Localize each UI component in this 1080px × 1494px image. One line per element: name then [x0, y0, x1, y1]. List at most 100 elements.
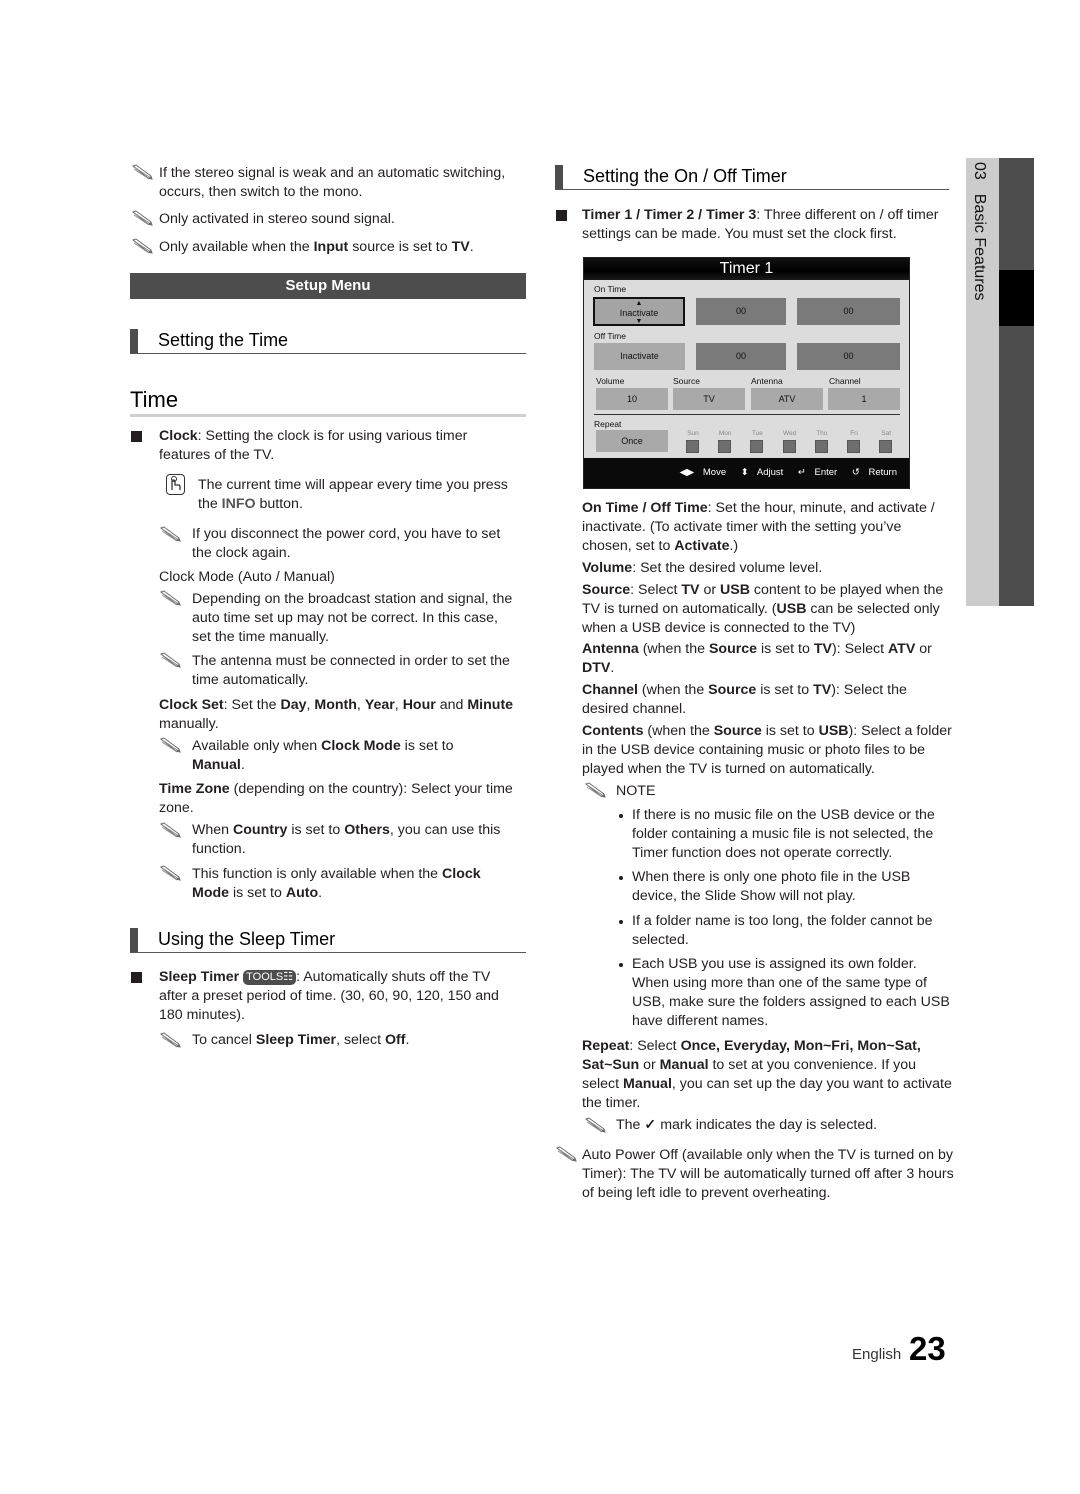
check-mark-icon: ✓ [644, 1117, 657, 1133]
repeat-description: Repeat: Select Once, Everyday, Mon~Fri, … [582, 1038, 952, 1111]
day-label: Sun [687, 430, 699, 437]
source-field[interactable]: TV [673, 388, 745, 410]
antenna-description: Antenna (when the Source is set to TV): … [582, 641, 932, 676]
heading-label: Setting the On / Off Timer [583, 166, 787, 186]
timer-osd-screen: Timer 1 On Time ▲ Inactivate ▼ 00 00 Off… [583, 257, 910, 489]
day-checkbox[interactable] [750, 440, 764, 453]
bullet-dot [619, 814, 623, 818]
clock-mode-note-1: Depending on the broadcast station and s… [192, 591, 513, 645]
day-checkbox[interactable] [814, 440, 828, 453]
auto-power-off-note: Auto Power Off (available only when the … [582, 1147, 954, 1201]
note-bullet: If there is no music file on the USB dev… [632, 807, 935, 861]
channel-field[interactable]: 1 [828, 388, 900, 410]
volume-field[interactable]: 10 [596, 388, 668, 410]
bullet-dot [619, 876, 623, 880]
off-time-state-field[interactable]: Inactivate [594, 343, 685, 370]
off-time-hour-field[interactable]: 00 [696, 343, 786, 370]
pencil-note-icon [584, 1117, 608, 1133]
pencil-note-icon [584, 782, 608, 798]
info-note: The current time will appear every time … [198, 477, 508, 512]
heading-accent-bar [555, 165, 563, 189]
day-checkbox[interactable] [686, 440, 699, 453]
day-checkbox[interactable] [879, 440, 893, 453]
time-zone-note-1: When Country is set to Others, you can u… [192, 822, 501, 857]
chapter-label: 03Basic Features [971, 162, 988, 301]
day-label: Mon [718, 430, 732, 437]
volume-description: Volume: Set the desired volume level. [582, 560, 823, 576]
channel-label: Channel [829, 376, 861, 386]
subsection-title-time: Time [130, 387, 179, 412]
channel-description: Channel (when the Source is set to TV): … [582, 682, 907, 717]
tools-button-badge: TOOLS☷ [243, 970, 297, 985]
pencil-note-icon [159, 526, 183, 542]
page-number: 23 [909, 1330, 946, 1367]
bullet-dot [619, 963, 623, 967]
osd-footer: ◀▶ Move ⬍ Adjust ↵ Enter ↺ Return [584, 458, 909, 488]
bullet-square [556, 210, 567, 221]
repeat-field[interactable]: Once [596, 430, 668, 452]
heading-label: Setting the Time [158, 330, 289, 350]
day-label: Wed [782, 430, 797, 437]
note-bullet: When there is only one photo file in the… [632, 869, 911, 904]
setup-menu-banner: Setup Menu [130, 273, 526, 299]
note-bullet: If a folder name is too long, the folder… [632, 913, 933, 948]
on-time-minute-field[interactable]: 00 [797, 298, 900, 325]
sleep-timer-description: Sleep Timer TOOLS☷: Automatically shuts … [159, 969, 499, 1023]
repeat-label: Repeat [594, 419, 622, 429]
on-time-state-field[interactable]: ▲ Inactivate ▼ [593, 297, 685, 326]
pencil-note-icon [159, 590, 183, 606]
clock-set-note: Available only when Clock Mode is set to… [192, 738, 454, 773]
pencil-note-icon [159, 865, 183, 881]
sleep-timer-cancel-note: To cancel Sleep Timer, select Off. [192, 1032, 410, 1048]
left-right-arrows-icon: ◀▶ [679, 467, 695, 478]
section-heading-on-off-timer: Setting the On / Off Timer [555, 165, 949, 190]
adjust-hint: ⬍ Adjust [740, 467, 784, 478]
clock-mode-label: Clock Mode (Auto / Manual) [159, 569, 335, 585]
osd-title: Timer 1 [584, 258, 909, 280]
note-bullet: Each USB you use is assigned its own fol… [632, 956, 950, 1029]
move-hint: ◀▶ Move [679, 467, 727, 478]
day-label: Sat [881, 430, 892, 437]
enter-hint: ↵ Enter [797, 467, 838, 478]
source-label: Source [673, 376, 700, 386]
enter-icon: ↵ [797, 467, 806, 478]
pencil-note-icon [555, 1146, 579, 1162]
day-checkbox[interactable] [718, 440, 732, 453]
footer-language: English [852, 1346, 902, 1363]
pencil-note-icon [159, 1032, 183, 1048]
check-mark-note: The ✓ mark indicates the day is selected… [616, 1117, 878, 1133]
source-description: Source: Select TV or USB content to be p… [582, 582, 944, 636]
heading-label: Using the Sleep Timer [158, 929, 336, 949]
pencil-note-icon [131, 210, 155, 226]
return-hint: ↺ Return [851, 467, 897, 478]
day-label: Fri [850, 430, 858, 437]
time-zone-description: Time Zone (depending on the country): Se… [159, 781, 513, 816]
clock-description: Clock: Setting the clock is for using va… [159, 428, 468, 463]
bullet-dot [619, 920, 623, 924]
day-checkbox[interactable] [782, 440, 796, 453]
on-time-hour-field[interactable]: 00 [696, 298, 786, 325]
pencil-note-icon [159, 737, 183, 753]
note-label: NOTE [616, 783, 656, 799]
heading-accent-bar [130, 928, 138, 952]
day-label: Thu [816, 430, 828, 437]
day-checkbox[interactable] [847, 440, 860, 453]
heading-accent-bar [130, 329, 138, 353]
time-zone-note-2: This function is only available when the… [192, 866, 481, 901]
pencil-note-icon [159, 652, 183, 668]
up-down-arrows-icon: ⬍ [740, 467, 749, 478]
note-stereo-weak: If the stereo signal is weak and an auto… [159, 165, 506, 200]
osd-divider [594, 414, 900, 415]
antenna-label: Antenna [751, 376, 783, 386]
off-time-minute-field[interactable]: 00 [797, 343, 900, 370]
day-label: Tue [751, 430, 763, 437]
bullet-square [131, 431, 142, 442]
remote-hand-icon [166, 474, 185, 495]
antenna-field[interactable]: ATV [751, 388, 823, 410]
bullet-square [131, 972, 142, 983]
timers-description: Timer 1 / Timer 2 / Timer 3: Three diffe… [582, 207, 939, 242]
note-input-tv: Only available when the Input source is … [159, 239, 474, 255]
power-cord-note: If you disconnect the power cord, you ha… [192, 526, 501, 561]
off-time-label: Off Time [594, 331, 626, 341]
divider [130, 414, 526, 417]
